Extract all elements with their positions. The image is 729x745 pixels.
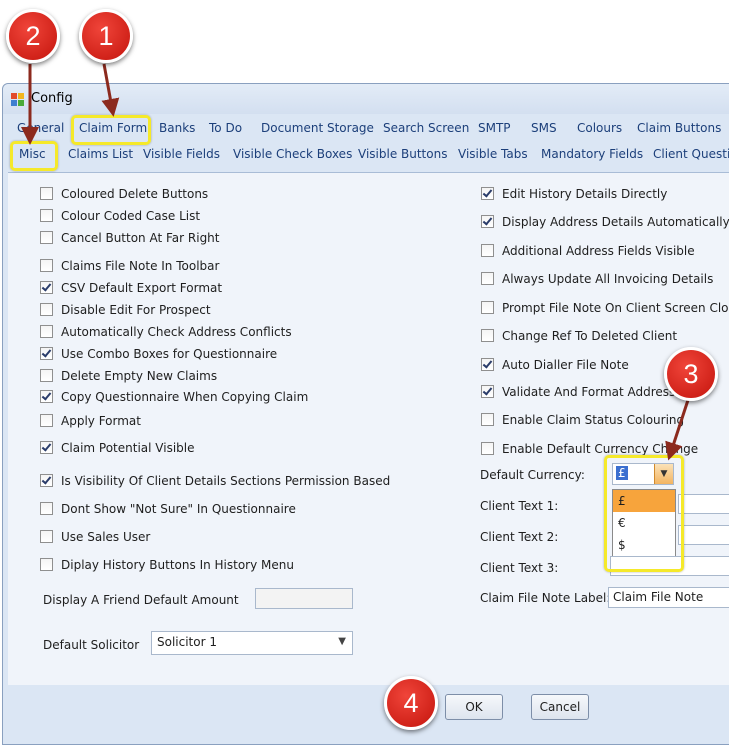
annotation-arrows bbox=[21, 63, 690, 461]
step-marker-3: 3 bbox=[664, 347, 718, 401]
arrow-1 bbox=[101, 63, 120, 117]
step-marker-1: 1 bbox=[79, 9, 133, 63]
step-marker-2: 2 bbox=[6, 9, 60, 63]
arrow-3 bbox=[665, 399, 690, 461]
step-marker-4: 4 bbox=[384, 676, 438, 730]
